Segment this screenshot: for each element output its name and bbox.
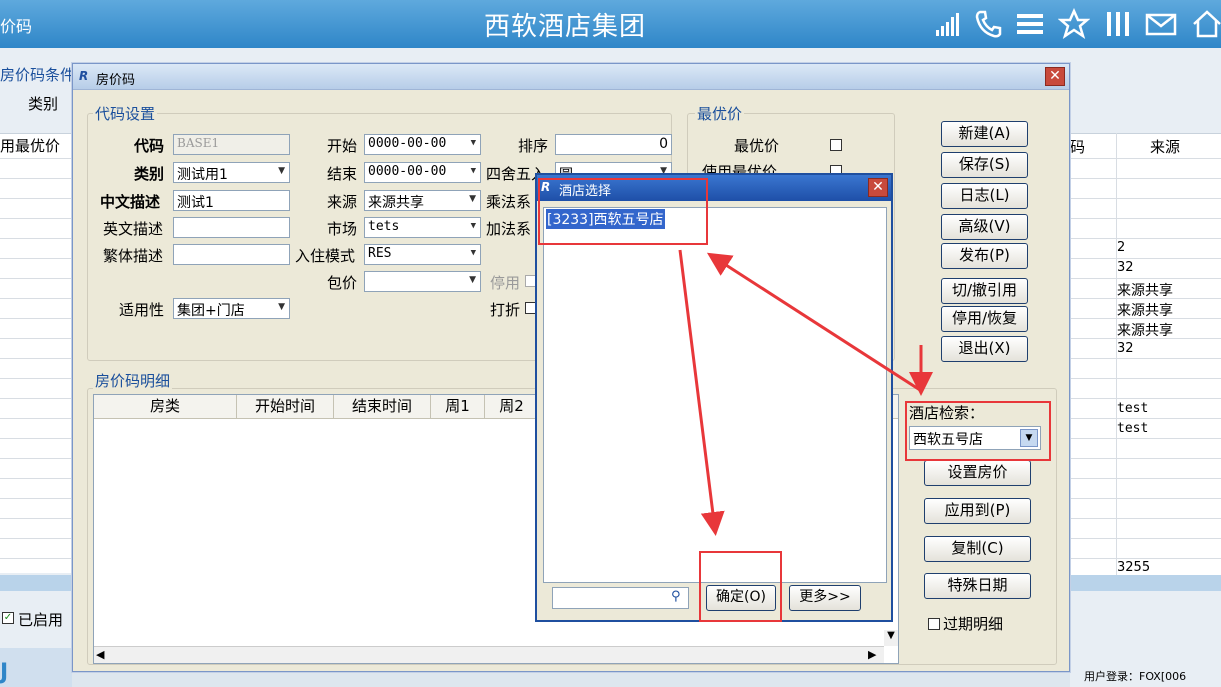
arrow-to-ok — [678, 249, 725, 536]
arrow-to-hotel-item — [706, 252, 921, 392]
annotation-arrows — [678, 249, 933, 536]
